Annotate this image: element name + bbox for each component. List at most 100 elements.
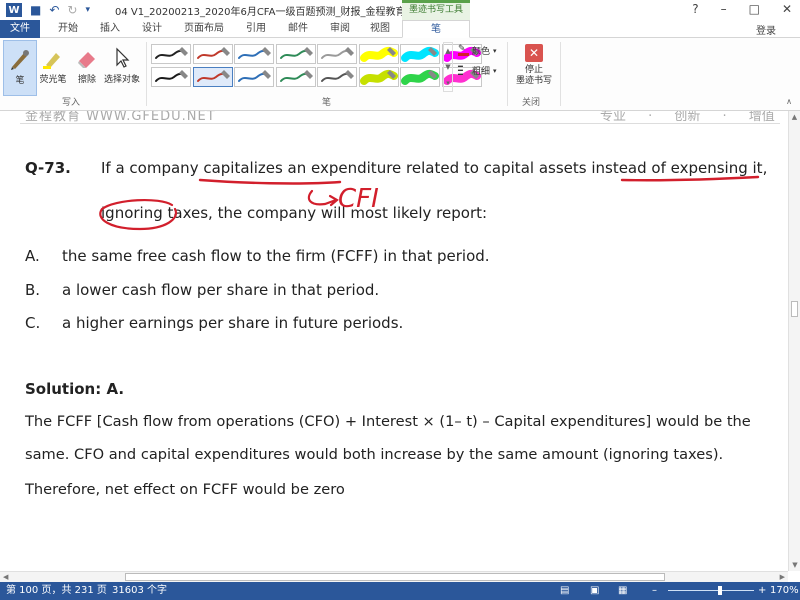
title-bar: W ■ ↶ ↻ ▾ 04 V1_20200213_2020年6月CFA一级百题预… [0, 0, 800, 20]
maximize-button[interactable]: □ [749, 2, 760, 16]
ribbon-separator [507, 42, 508, 106]
pen-swatch[interactable] [275, 44, 316, 64]
scroll-up-icon[interactable]: ▲ [789, 111, 800, 123]
pen-stroke-icon [238, 47, 271, 59]
document-page[interactable]: 金程教育 WWW.GFEDU.NET 专业 · 创新 · 增值 Q-73. If… [0, 111, 788, 571]
scroll-right-icon[interactable]: ▶ [780, 572, 785, 582]
solution-title: Solution: A. [25, 380, 125, 398]
web-layout-icon[interactable]: ▦ [618, 582, 627, 600]
option-b-text: a lower cash flow per share in that peri… [62, 281, 380, 299]
pen-swatch[interactable] [151, 67, 191, 87]
ribbon: 笔 荧光笔 擦除 选择对象 写入 ▲ ▼ ▾ 笔 ✎ 颜色 ▾ ━ ━ ━ 粗细 ▾ ✕… [0, 38, 800, 111]
pen-swatch[interactable] [275, 67, 316, 87]
stop-inking-label-1: 停止 [524, 65, 543, 75]
pen-color-icon: ✎ [458, 45, 469, 56]
pen-stroke-icon [359, 69, 398, 85]
pen-gallery-scroll[interactable]: ▲ ▼ ▾ [443, 42, 453, 92]
pen-stroke-icon [321, 70, 354, 82]
customize-quick-access-icon[interactable]: ▾ [85, 5, 90, 15]
save-icon[interactable]: ■ [30, 3, 41, 17]
highlighter-button[interactable]: 荧光笔 [36, 40, 70, 96]
status-bar: 第 100 页，共 231 页 31603 个字 ▤ ▣ ▦ – + 170% [0, 582, 800, 600]
zoom-slider[interactable] [668, 590, 754, 591]
pen-stroke-icon [321, 47, 354, 59]
ribbon-separator [560, 42, 561, 106]
pen-tool-button[interactable]: 笔 [3, 40, 37, 96]
tab-file[interactable]: 文件 [0, 20, 40, 38]
zoom-out-icon[interactable]: – [652, 582, 657, 600]
stop-inking-label-2: 墨迹书写 [515, 76, 552, 86]
option-c-letter: C. [25, 314, 41, 332]
tab-design[interactable]: 设计 [134, 20, 170, 38]
tab-review[interactable]: 审阅 [322, 20, 358, 38]
option-a-text: the same free cash flow to the firm (FCF… [62, 247, 490, 265]
pen-stroke-icon [279, 47, 313, 59]
close-button[interactable]: ✕ [782, 2, 792, 16]
pen-color-dropdown[interactable]: ✎ 颜色 ▾ [458, 44, 497, 57]
zoom-slider-thumb[interactable] [717, 586, 722, 595]
scroll-down-icon[interactable]: ▼ [789, 559, 800, 571]
chevron-down-icon: ▾ [493, 66, 497, 75]
collapse-ribbon-icon[interactable]: ∧ [786, 97, 792, 106]
undo-icon[interactable]: ↶ [49, 3, 59, 17]
horizontal-scrollbar[interactable]: ◀ ▶ [0, 571, 788, 582]
question-line-2: ignoring taxes, the company will most li… [101, 204, 488, 222]
pen-stroke-icon [196, 47, 230, 59]
question-line-1: If a company capitalizes an expenditure … [101, 159, 768, 177]
ink-annotations: CFI [99, 175, 760, 231]
vertical-scroll-thumb[interactable] [791, 301, 798, 317]
print-layout-icon[interactable]: ▣ [590, 582, 599, 600]
highlighter-icon [36, 44, 70, 72]
read-mode-icon[interactable]: ▤ [560, 582, 569, 600]
solution-line-1: The FCFF [Cash flow from operations (CFO… [25, 413, 751, 430]
tab-mailings[interactable]: 邮件 [280, 20, 316, 38]
pen-swatch[interactable] [317, 44, 357, 64]
pen-swatch[interactable] [192, 44, 233, 64]
pen-swatch[interactable] [400, 67, 440, 87]
tab-insert[interactable]: 插入 [92, 20, 128, 38]
pen-swatch[interactable] [234, 44, 274, 64]
chevron-down-icon: ▾ [493, 46, 497, 55]
pen-swatch[interactable] [400, 44, 440, 64]
ink-tools-context-label: 墨迹书写工具 [402, 0, 470, 20]
page-count[interactable]: 第 100 页，共 231 页 [6, 582, 107, 600]
select-objects-button[interactable]: 选择对象 [102, 40, 142, 96]
solution-line-3: Therefore, net effect on FCFF would be z… [25, 481, 345, 498]
tab-home[interactable]: 开始 [50, 20, 86, 38]
minimize-button[interactable]: – [721, 2, 727, 16]
pen-swatch[interactable] [358, 44, 399, 64]
select-objects-label: 选择对象 [103, 75, 140, 85]
vertical-scrollbar[interactable]: ▲ ▼ [788, 111, 800, 571]
help-button[interactable]: ? [692, 2, 698, 16]
ribbon-tabs: 文件 开始 插入 设计 页面布局 引用 邮件 审阅 视图 笔 登录 [0, 20, 800, 38]
ink-underline-expensing [620, 175, 760, 182]
pen-stroke-icon [401, 69, 439, 85]
eraser-button[interactable]: 擦除 [70, 40, 104, 96]
pen-swatch[interactable] [358, 67, 399, 87]
word-count[interactable]: 31603 个字 [112, 582, 167, 600]
pens-group-label: 笔 [322, 98, 332, 108]
word-logo-icon: W [6, 3, 22, 17]
login-link[interactable]: 登录 [756, 22, 776, 37]
question-number: Q-73. [25, 159, 71, 177]
zoom-level[interactable]: 170% [770, 582, 799, 600]
pen-swatch[interactable] [234, 67, 274, 87]
pen-swatch[interactable] [151, 44, 191, 64]
tab-page-layout[interactable]: 页面布局 [176, 20, 232, 38]
pen-stroke-icon [359, 46, 398, 62]
pen-thickness-dropdown[interactable]: ━ ━ ━ 粗细 ▾ [458, 62, 497, 78]
stop-inking-button[interactable]: ✕ 停止 墨迹书写 [512, 42, 556, 87]
redo-icon[interactable]: ↻ [67, 3, 77, 17]
pen-stroke-icon [238, 70, 271, 82]
zoom-in-icon[interactable]: + [758, 582, 766, 600]
tab-references[interactable]: 引用 [238, 20, 274, 38]
horizontal-scroll-thumb[interactable] [125, 573, 665, 581]
pen-swatch[interactable] [317, 67, 357, 87]
pen-color-label: 颜色 [472, 47, 491, 57]
scroll-left-icon[interactable]: ◀ [3, 572, 8, 582]
tab-view[interactable]: 视图 [362, 20, 398, 38]
pen-swatch[interactable] [192, 67, 233, 87]
eraser-label: 擦除 [77, 75, 96, 85]
tab-pen[interactable]: 笔 [402, 20, 470, 38]
option-b-letter: B. [25, 281, 41, 299]
